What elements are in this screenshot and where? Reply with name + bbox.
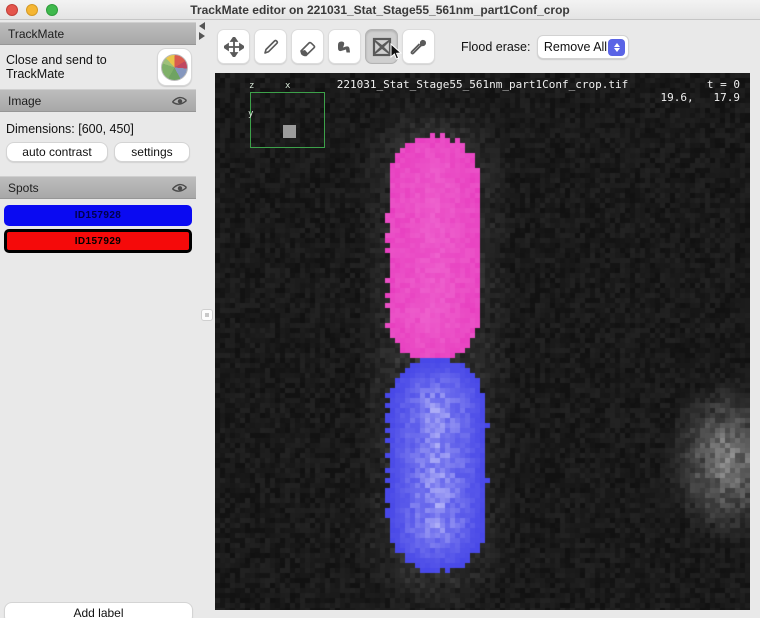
image-section-header: Image [0,89,196,112]
view-position-indicator[interactable] [283,125,296,138]
image-section-title: Image [8,94,41,108]
flood-fill-tool-button[interactable] [328,29,361,64]
spot-label-list: ID157928 ID157929 [0,199,196,253]
editor-toolbar: Flood erase: Remove All [215,20,760,73]
title-bar: TrackMate editor on 221031_Stat_Stage55_… [0,0,760,20]
eye-icon [171,182,188,194]
zoom-window-button[interactable] [46,4,58,16]
collapse-left-arrow-icon[interactable] [199,22,205,30]
axis-label-z: z [249,81,254,91]
label-image-viewer[interactable]: 221031_Stat_Stage55_561nm_part1Conf_crop… [215,73,750,610]
pencil-icon [261,37,281,57]
flood-erase-tool-button[interactable] [365,29,398,64]
trackmate-editor-window: { "window": { "title": "TrackMate editor… [0,0,760,618]
flood-fill-icon [335,37,355,57]
flood-erase-dropdown[interactable]: Remove All [537,35,629,59]
image-dimensions: Dimensions: [600, 450] [0,112,196,142]
trackmate-section-header: TrackMate [0,22,196,45]
split-pane-divider[interactable] [196,20,215,618]
trackmate-section-title: TrackMate [8,27,64,41]
spot-label-157928[interactable]: ID157928 [4,205,192,226]
axis-label-x: x [285,81,290,91]
minimize-window-button[interactable] [26,4,38,16]
spots-visibility-toggle[interactable] [171,182,188,194]
close-and-send-row: Close and send to TrackMate [0,45,196,89]
close-window-button[interactable] [6,4,18,16]
add-label-button[interactable]: Add label [4,602,193,618]
flood-erase-label: Flood erase: [461,40,530,54]
pencil-tool-button[interactable] [254,29,287,64]
move-tool-button[interactable] [217,29,250,64]
image-filename: 221031_Stat_Stage55_561nm_part1Conf_crop… [215,78,750,91]
divider-handle[interactable] [201,309,213,321]
dropdown-stepper-icon [608,39,625,56]
trackmate-panel: TrackMate Close and send to TrackMate Im… [0,20,196,618]
move-icon [224,37,244,57]
spot-label-157929[interactable]: ID157929 [4,229,192,253]
image-visibility-toggle[interactable] [171,95,188,107]
cursor-coordinates: 19.6, 17.9 [661,91,740,104]
window-title: TrackMate editor on 221031_Stat_Stage55_… [0,3,760,17]
trackmate-logo-button[interactable] [157,48,192,86]
trackmate-logo-icon [161,54,188,81]
eye-icon [171,95,188,107]
eyedropper-icon [409,37,429,57]
close-and-send-label: Close and send to TrackMate [6,53,157,81]
eraser-icon [298,37,318,57]
collapse-right-arrow-icon[interactable] [199,32,205,40]
mouse-cursor-icon [389,43,403,61]
image-canvas[interactable] [215,73,750,610]
auto-contrast-button[interactable]: auto contrast [6,142,108,162]
settings-button[interactable]: settings [114,142,190,162]
color-picker-tool-button[interactable] [402,29,435,64]
spots-section-header: Spots [0,176,196,199]
timepoint-indicator: t = 0 [707,78,740,91]
spots-section-title: Spots [8,181,39,195]
axis-label-y: y [248,109,253,119]
navigation-overview-box[interactable] [250,92,325,148]
eraser-tool-button[interactable] [291,29,324,64]
